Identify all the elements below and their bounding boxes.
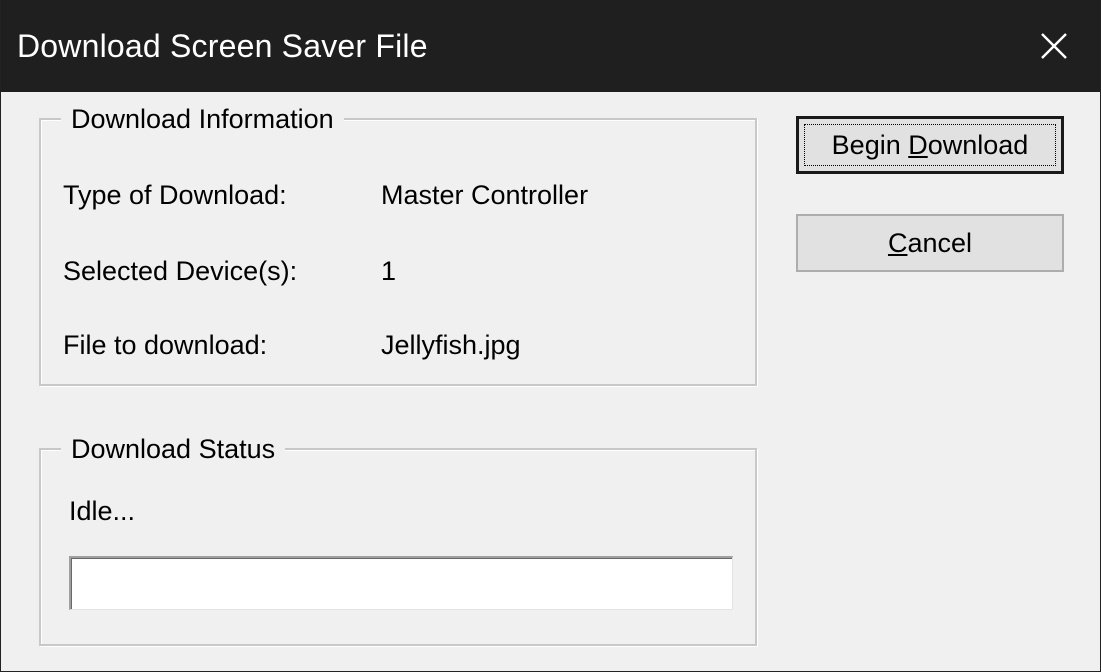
status-text: Idle...: [69, 496, 136, 526]
download-information-legend: Download Information: [61, 102, 344, 136]
selected-devices-value: 1: [381, 256, 397, 286]
title-bar[interactable]: Download Screen Saver File: [1, 0, 1100, 92]
window-title: Download Screen Saver File: [17, 27, 428, 64]
begin-download-button[interactable]: Begin Download: [796, 116, 1064, 174]
download-progress-bar: [69, 556, 733, 610]
file-to-download-label: File to download:: [63, 330, 268, 360]
download-status-legend: Download Status: [61, 432, 286, 466]
download-status-group: Download Status Idle...: [39, 432, 757, 646]
download-information-group: Download Information Type of Download: M…: [39, 102, 757, 386]
close-icon: [1041, 33, 1067, 59]
cancel-label: Cancel: [887, 227, 973, 258]
close-button[interactable]: [1008, 0, 1100, 92]
type-of-download-label: Type of Download:: [63, 180, 287, 210]
file-to-download-value: Jellyfish.jpg: [381, 330, 521, 360]
selected-devices-label: Selected Device(s):: [63, 256, 298, 286]
dialog-window: Download Screen Saver File Download Info…: [0, 0, 1101, 672]
begin-download-label: Begin Download: [831, 129, 1029, 160]
cancel-button[interactable]: Cancel: [796, 214, 1064, 272]
type-of-download-value: Master Controller: [381, 180, 589, 210]
